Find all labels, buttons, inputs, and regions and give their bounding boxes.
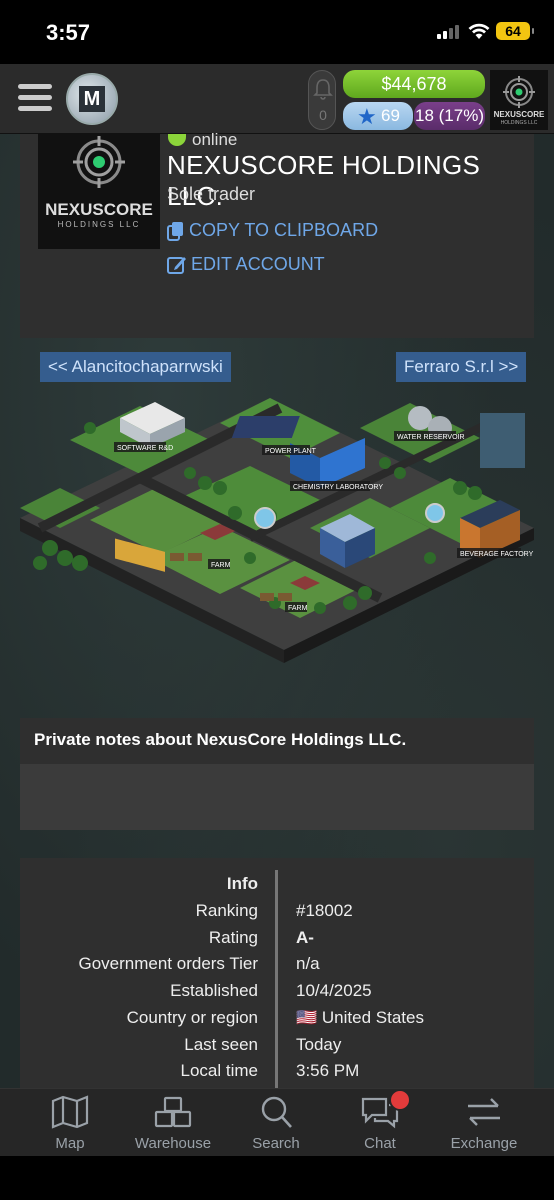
info-label: Country or region <box>126 1008 258 1027</box>
next-company-button[interactable]: Ferraro S.r.l >> <box>396 352 527 382</box>
nav-chat[interactable]: Chat <box>330 1089 430 1157</box>
app-logo-letter: M <box>79 86 105 112</box>
info-value: 🇺🇸 United States <box>296 1008 424 1027</box>
city-label-farm-1: FARM <box>211 562 231 569</box>
info-row-local-time: Local time 3:56 PM <box>20 1061 534 1088</box>
exchange-icon <box>468 1098 500 1126</box>
edit-icon <box>167 256 186 274</box>
edit-link-label: EDIT ACCOUNT <box>191 254 325 274</box>
private-notes-card: Private notes about NexusCore Holdings L… <box>20 718 534 830</box>
signal-icon <box>437 25 459 39</box>
chat-notification-badge <box>389 1089 411 1111</box>
online-status-dot <box>168 134 186 146</box>
info-heading: Info <box>226 874 258 893</box>
copy-to-clipboard-link[interactable]: COPY TO CLIPBOARD <box>167 220 378 241</box>
city-label-farm-2: FARM <box>288 605 308 612</box>
profile-card: NEXUSCORE HOLDINGS LLC online NEXUSCORE … <box>20 130 534 338</box>
app-header: M 0 $44,678 ★ 69 18 (17%) NEXUSCORE HOLD… <box>0 64 554 134</box>
info-row-established: Established 10/4/2025 <box>20 981 534 1008</box>
warehouse-icon <box>154 1096 192 1128</box>
company-type: Sole trader <box>167 184 256 204</box>
info-card: Info Ranking #18002 Rating A- Government… <box>20 858 534 1090</box>
nav-map[interactable]: Map <box>20 1089 120 1157</box>
map-icon <box>51 1095 89 1129</box>
company-city-map[interactable]: SOFTWARE R&D POWER PLANT WATER RESERVOIR… <box>20 388 534 663</box>
status-time: 3:57 <box>46 20 91 45</box>
notification-count: 0 <box>319 107 327 123</box>
bell-icon <box>313 79 333 100</box>
hamburger-menu-icon[interactable] <box>18 84 52 114</box>
copy-link-label: COPY TO CLIPBOARD <box>189 220 379 240</box>
header-company-logo[interactable]: NEXUSCORE HOLDINGS LLC <box>490 70 548 130</box>
nav-exchange[interactable]: Exchange <box>434 1089 534 1157</box>
info-label: Local time <box>180 1061 258 1080</box>
nav-warehouse-label: Warehouse <box>134 1135 212 1152</box>
crosshair-logo-icon <box>73 136 125 188</box>
city-label-software: SOFTWARE R&D <box>117 445 173 452</box>
company-logo-text: NEXUSCORE <box>45 200 153 219</box>
rank-value: 69 <box>381 106 400 125</box>
nav-search[interactable]: Search <box>226 1089 326 1157</box>
star-icon: ★ <box>357 104 377 129</box>
company-logo-subtext: HOLDINGS LLC <box>57 220 141 229</box>
status-bar: 3:57 64 <box>0 0 554 64</box>
private-notes-title: Private notes about NexusCore Holdings L… <box>34 730 407 749</box>
online-status-text: online <box>192 130 238 149</box>
wifi-icon <box>468 23 490 39</box>
search-icon <box>261 1096 292 1128</box>
city-label-beverage: BEVERAGE FACTORY <box>460 551 534 558</box>
money-balance[interactable]: $44,678 <box>343 70 485 98</box>
app-logo-button[interactable]: M <box>66 73 118 125</box>
previous-company-button[interactable]: << Alancitochaparrwski <box>40 352 231 382</box>
nav-chat-label: Chat <box>364 1135 396 1152</box>
level-badge[interactable]: 18 (17%) <box>414 102 485 130</box>
info-row-last-seen: Last seen Today <box>20 1035 534 1062</box>
home-indicator-area <box>0 1156 554 1200</box>
bottom-navigation: Map Warehouse Search Chat Exchange <box>0 1088 554 1156</box>
city-label-power: POWER PLANT <box>265 448 317 455</box>
battery-indicator: 64 <box>496 22 534 40</box>
info-label: Government orders Tier <box>78 954 258 973</box>
info-value: #18002 <box>296 901 353 920</box>
info-row-rating: Rating A- <box>20 928 534 955</box>
info-row-ranking: Ranking #18002 <box>20 901 534 928</box>
clipboard-icon <box>167 221 183 241</box>
nav-search-label: Search <box>252 1135 300 1152</box>
info-value: 3:56 PM <box>296 1061 360 1080</box>
edit-account-link[interactable]: EDIT ACCOUNT <box>167 254 325 275</box>
private-notes-textarea[interactable] <box>20 764 534 830</box>
header-logo-subtext: HOLDINGS LLC <box>500 120 538 126</box>
nav-map-label: Map <box>55 1135 85 1152</box>
rank-badge[interactable]: ★ 69 <box>343 102 413 130</box>
header-logo-text: NEXUSCORE <box>493 110 545 119</box>
info-value: Today <box>296 1035 342 1054</box>
nav-warehouse[interactable]: Warehouse <box>123 1089 223 1157</box>
info-row-country: Country or region 🇺🇸 United States <box>20 1008 534 1035</box>
info-label: Rating <box>208 928 258 947</box>
company-logo: NEXUSCORE HOLDINGS LLC <box>38 134 160 249</box>
city-label-chemistry: CHEMISTRY LABORATORY <box>293 484 383 491</box>
nav-exchange-label: Exchange <box>450 1135 518 1152</box>
info-value: A- <box>296 928 314 947</box>
info-value: n/a <box>296 954 320 973</box>
info-label: Established <box>170 981 258 1000</box>
info-label: Last seen <box>184 1035 258 1054</box>
info-row-government-tier: Government orders Tier n/a <box>20 954 534 981</box>
city-label-water: WATER RESERVOIR <box>397 434 465 441</box>
info-value: 10/4/2025 <box>296 981 372 1000</box>
notifications-button[interactable]: 0 <box>308 70 336 130</box>
info-label: Ranking <box>195 901 258 920</box>
info-heading-row: Info <box>20 874 534 901</box>
